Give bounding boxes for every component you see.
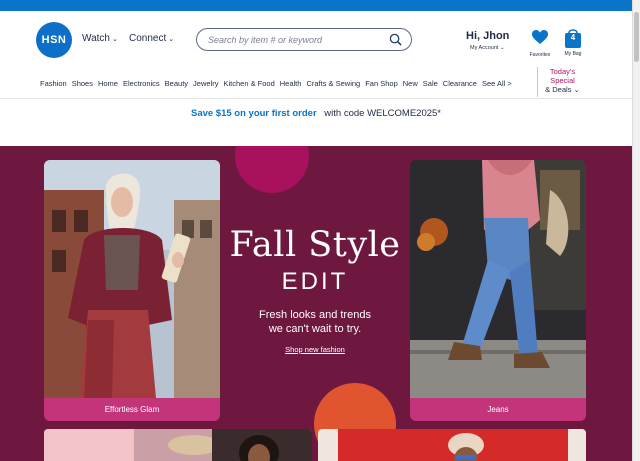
hero-description-line2: we can't wait to try. [268, 323, 362, 335]
category-sale[interactable]: Sale [423, 79, 438, 88]
site-header: HSN Watch ⌄ Connect ⌄ Hi, Jhon My Accoun… [0, 11, 632, 71]
top-accent-bar [0, 0, 632, 11]
account-menu[interactable]: Hi, Jhon My Account ⌄ [466, 30, 509, 51]
account-greeting: Hi, Jhon [466, 30, 510, 42]
deals-line3: & Deals [545, 85, 572, 94]
deals-line2: Special [550, 76, 575, 85]
jeans-card[interactable]: Jeans [410, 160, 586, 421]
hero-banner: Effortless Glam Fall Style EDIT Fresh lo… [0, 146, 632, 461]
category-health[interactable]: Health [280, 79, 302, 88]
effortless-glam-card[interactable]: Effortless Glam [44, 160, 220, 421]
hero-description-line1: Fresh looks and trends [259, 309, 371, 321]
scrollbar-thumb[interactable] [634, 12, 639, 62]
category-nav: Fashion Shoes Home Electronics Beauty Je… [0, 67, 632, 97]
category-kitchen-food[interactable]: Kitchen & Food [223, 79, 274, 88]
hero-title: Fall Style [229, 225, 401, 265]
hero-subtitle: EDIT [281, 268, 349, 295]
promo-tile-left[interactable] [44, 429, 312, 461]
bag-label: My Bag [564, 51, 582, 57]
model-photo-effortless-glam [44, 160, 220, 398]
bag-button[interactable]: 4 My Bag [560, 27, 586, 57]
category-new[interactable]: New [403, 79, 418, 88]
category-fashion[interactable]: Fashion [40, 79, 67, 88]
chevron-down-icon: ⌄ [168, 35, 175, 43]
my-account-label: My Account [470, 45, 499, 51]
search-icon[interactable] [389, 33, 402, 46]
heart-icon [532, 30, 548, 44]
chevron-down-icon: ⌄ [573, 85, 580, 94]
connect-menu[interactable]: Connect ⌄ [129, 33, 174, 44]
category-jewelry[interactable]: Jewelry [193, 79, 218, 88]
bag-count-badge: 4 [570, 33, 576, 42]
search-bar [196, 28, 412, 51]
favorites-button[interactable]: Favorites [527, 29, 553, 58]
category-see-all[interactable]: See All > [482, 79, 512, 88]
category-clearance[interactable]: Clearance [443, 79, 477, 88]
header-divider [0, 98, 632, 99]
decorative-circle-magenta [235, 146, 309, 193]
my-account-link[interactable]: My Account ⌄ [470, 45, 509, 51]
watch-label: Watch [82, 33, 110, 44]
watch-menu[interactable]: Watch ⌄ [82, 33, 118, 44]
hero-description: Fresh looks and trends we can't wait to … [220, 308, 410, 336]
promo-tile-right-photo [318, 429, 586, 461]
category-crafts-sewing[interactable]: Crafts & Sewing [306, 79, 360, 88]
category-beauty[interactable]: Beauty [165, 79, 188, 88]
promo-tile-left-photo [44, 429, 312, 461]
deals-line1: Today's [549, 67, 576, 76]
category-fan-shop[interactable]: Fan Shop [365, 79, 398, 88]
model-photo-jeans [410, 160, 586, 398]
promo-banner: Save $15 on your first order with code W… [0, 108, 632, 119]
effortless-glam-label: Effortless Glam [44, 398, 220, 421]
promo-code-text: with code WELCOME2025* [324, 108, 441, 119]
page-scrollbar[interactable] [632, 0, 640, 461]
category-home[interactable]: Home [98, 79, 118, 88]
chevron-down-icon: ⌄ [499, 45, 505, 51]
promo-tile-right[interactable] [318, 429, 586, 461]
hsn-logo[interactable]: HSN [36, 22, 72, 58]
connect-label: Connect [129, 33, 167, 44]
category-shoes[interactable]: Shoes [72, 79, 93, 88]
category-electronics[interactable]: Electronics [123, 79, 160, 88]
search-input[interactable] [208, 34, 383, 45]
logo-text: HSN [41, 34, 67, 46]
chevron-down-icon: ⌄ [111, 35, 118, 43]
promo-link[interactable]: Save $15 on your first order [191, 108, 317, 119]
category-list: Fashion Shoes Home Electronics Beauty Je… [40, 79, 512, 88]
favorites-label: Favorites [529, 52, 551, 58]
jeans-label: Jeans [410, 398, 586, 421]
todays-special-deals-menu[interactable]: Today's Special & Deals ⌄ [537, 67, 587, 97]
hero-text-block: Fall Style EDIT Fresh looks and trends w… [220, 226, 410, 357]
shop-new-fashion-link[interactable]: Shop new fashion [285, 345, 345, 354]
